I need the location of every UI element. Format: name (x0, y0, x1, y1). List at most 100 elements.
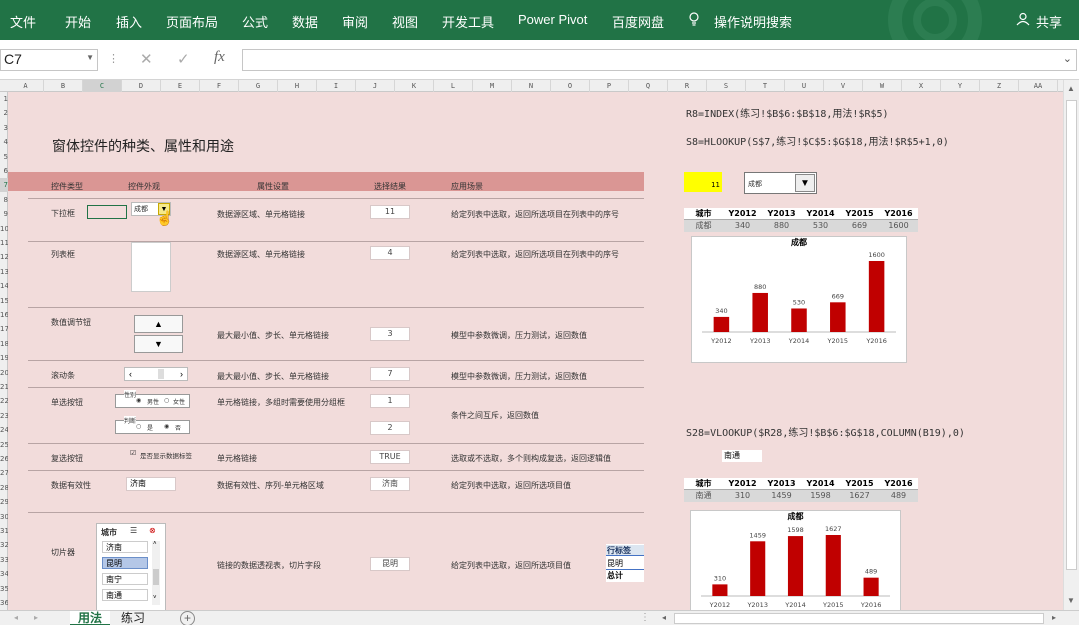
horizontal-scroll-thumb[interactable] (674, 613, 1044, 624)
radio-no-dot-icon[interactable]: ◉ (164, 423, 169, 430)
row-header-6[interactable]: 6 (0, 164, 8, 178)
row-header-20[interactable]: 20 (0, 366, 8, 380)
tab-insert[interactable]: 插入 (116, 12, 142, 31)
bar-Y2014[interactable] (787, 536, 804, 596)
row-header-10[interactable]: 10 (0, 222, 8, 236)
column-header-E[interactable]: E (161, 80, 200, 92)
chevron-down-icon[interactable]: ˅ (153, 595, 157, 601)
slicer-item-1-selected[interactable]: 昆明 (102, 557, 148, 569)
combo-box[interactable]: 成都 ▼ (744, 172, 817, 194)
row-header-27[interactable]: 27 (0, 466, 8, 480)
column-header-O[interactable]: O (551, 80, 590, 92)
row-header-22[interactable]: 22 (0, 394, 8, 408)
column-header-G[interactable]: G (239, 80, 278, 92)
column-header-D[interactable]: D (122, 80, 161, 92)
sheet-tab-usage[interactable]: 用法 (70, 611, 111, 625)
bar-Y2015[interactable] (825, 535, 841, 596)
result-validation[interactable]: 济南 (370, 477, 410, 491)
enter-icon[interactable]: ✓ (177, 50, 190, 68)
bar-Y2015[interactable] (830, 302, 846, 332)
vertical-scrollbar[interactable]: ▲ ▼ (1063, 80, 1079, 610)
result-radio-2[interactable]: 2 (370, 421, 410, 435)
cancel-icon[interactable]: ✕ (140, 50, 153, 68)
column-header-A[interactable]: A (8, 80, 44, 92)
multi-select-icon[interactable]: ☰ (130, 526, 137, 535)
next-sheet-icon[interactable]: ▸ (34, 613, 38, 622)
yellow-link-cell[interactable]: 11 (684, 172, 722, 192)
radio-male-dot-icon[interactable]: ◉ (136, 397, 141, 404)
result-dropdown[interactable]: 11 (370, 205, 410, 219)
column-header-R[interactable]: R (668, 80, 707, 92)
row-header-32[interactable]: 32 (0, 538, 8, 552)
tab-data[interactable]: 数据 (292, 12, 318, 31)
tab-review[interactable]: 审阅 (342, 12, 368, 31)
bar-Y2012[interactable] (713, 316, 730, 332)
row-header-28[interactable]: 28 (0, 481, 8, 495)
spinner-down-button[interactable]: ▼ (134, 335, 183, 353)
column-header-Z[interactable]: Z (980, 80, 1019, 92)
row-header-13[interactable]: 13 (0, 265, 8, 279)
tab-baidu-netdisk[interactable]: 百度网盘 (612, 12, 664, 31)
bar-Y2013[interactable] (750, 541, 766, 596)
validation-cell[interactable]: 济南 (126, 477, 176, 491)
bar-Y2016[interactable] (863, 577, 879, 596)
slicer-scrollbar[interactable]: ˄ ˅ (152, 541, 160, 605)
column-header-K[interactable]: K (395, 80, 434, 92)
row-header-34[interactable]: 34 (0, 567, 8, 581)
column-header-V[interactable]: V (824, 80, 863, 92)
row-header-18[interactable]: 18 (0, 337, 8, 351)
bar-Y2014[interactable] (791, 308, 807, 332)
column-header-P[interactable]: P (590, 80, 629, 92)
column-header-M[interactable]: M (473, 80, 512, 92)
scroll-thumb[interactable] (158, 369, 164, 379)
row-header-19[interactable]: 19 (0, 351, 8, 365)
row-header-17[interactable]: 17 (0, 322, 8, 336)
result-scrollbar[interactable]: 7 (370, 367, 410, 381)
column-header-H[interactable]: H (278, 80, 317, 92)
row-header-15[interactable]: 15 (0, 294, 8, 308)
slicer-item-0[interactable]: 济南 (102, 541, 148, 553)
row-header-31[interactable]: 31 (0, 524, 8, 538)
scroll-right-icon[interactable]: ▸ (1052, 613, 1056, 622)
insert-function-button[interactable]: fx (214, 49, 225, 66)
column-header-Q[interactable]: Q (629, 80, 668, 92)
column-header-S[interactable]: S (707, 80, 746, 92)
row-header-16[interactable]: 16 (0, 308, 8, 322)
slicer-scroll-thumb[interactable] (153, 569, 159, 585)
column-header-Y[interactable]: Y (941, 80, 980, 92)
bar-Y2013[interactable] (752, 292, 768, 332)
column-header-W[interactable]: W (863, 80, 902, 92)
slicer-panel[interactable]: 城市 ☰ ⊗ 济南 昆明 南宁 南通 ˄ ˅ (96, 523, 166, 610)
row-header-8[interactable]: 8 (0, 193, 8, 207)
row-header-14[interactable]: 14 (0, 279, 8, 293)
row-header-2[interactable]: 2 (0, 106, 8, 120)
column-header-C[interactable]: C (83, 80, 122, 92)
row-header-33[interactable]: 33 (0, 553, 8, 567)
city-validation-cell[interactable]: 南通 (722, 450, 762, 462)
tab-page-layout[interactable]: 页面布局 (166, 12, 218, 31)
selected-cell-c7[interactable] (87, 205, 127, 219)
scroll-down-icon[interactable]: ▼ (1067, 596, 1075, 605)
row-header-7[interactable]: 7 (0, 178, 8, 193)
row-header-9[interactable]: 9 (0, 207, 8, 221)
result-slicer[interactable]: 昆明 (370, 557, 410, 571)
scroll-left-icon[interactable]: ◂ (662, 613, 666, 622)
column-header-AA[interactable]: AA (1019, 80, 1058, 92)
add-sheet-icon[interactable]: + (180, 611, 195, 625)
column-header-J[interactable]: J (356, 80, 395, 92)
row-header-21[interactable]: 21 (0, 380, 8, 394)
scroll-up-icon[interactable]: ▲ (1067, 84, 1075, 93)
column-header-X[interactable]: X (902, 80, 941, 92)
formula-input[interactable]: ⌄ (242, 49, 1077, 71)
column-header-N[interactable]: N (512, 80, 551, 92)
scrollbar-control[interactable]: ‹ › (124, 367, 188, 381)
column-header-L[interactable]: L (434, 80, 473, 92)
scroll-right-icon[interactable]: › (180, 368, 183, 381)
row-header-29[interactable]: 29 (0, 495, 8, 509)
column-header-F[interactable]: F (200, 80, 239, 92)
tab-view[interactable]: 视图 (392, 12, 418, 31)
radio-female-dot-icon[interactable]: ○ (164, 397, 169, 404)
column-header-U[interactable]: U (785, 80, 824, 92)
result-checkbox[interactable]: TRUE (370, 450, 410, 464)
result-listbox[interactable]: 4 (370, 246, 410, 260)
